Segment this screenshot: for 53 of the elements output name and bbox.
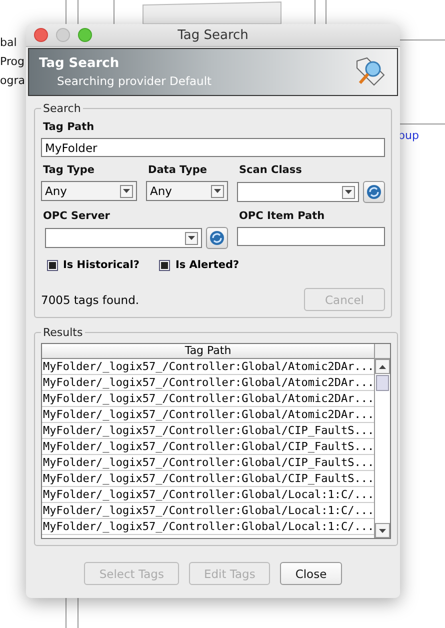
table-cell[interactable]: MyFolder/_logix57_/Controller:Global/Atomic2DAr... bbox=[42, 391, 374, 407]
scroll-thumb[interactable] bbox=[376, 375, 390, 391]
opc-server-dropdown[interactable] bbox=[45, 228, 202, 248]
header-subtitle: Searching provider Default bbox=[57, 74, 212, 88]
checkbox-label: Is Historical? bbox=[63, 259, 140, 271]
data-type-dropdown[interactable]: Any bbox=[146, 181, 228, 201]
table-cell[interactable]: MyFolder/_logix57_/Controller:Global/CIP_FaultS... bbox=[42, 455, 374, 471]
table-cell[interactable]: MyFolder/_logix57_/Controller:Global/Local:1:C/... bbox=[42, 519, 374, 535]
results-legend: Results bbox=[41, 326, 85, 339]
table-cell[interactable]: MyFolder/_logix57_/Controller:Global/Atomic2DAr... bbox=[42, 407, 374, 423]
opc-item-path-field[interactable] bbox=[237, 227, 385, 246]
scan-class-label: Scan Class bbox=[239, 164, 303, 176]
background-label: Prog bbox=[0, 55, 24, 68]
table-corner bbox=[375, 344, 390, 359]
refresh-button[interactable] bbox=[363, 181, 385, 203]
scroll-up-icon[interactable] bbox=[379, 364, 386, 368]
table-cell[interactable]: MyFolder/_logix57_/Controller:Global/CIP_FaultS... bbox=[42, 423, 374, 439]
table-cell[interactable]: MyFolder/_logix57_/Controller:Global/Atomic2DAr... bbox=[42, 359, 374, 375]
table-cell[interactable]: MyFolder/_logix57_/Controller:Global/Local:1:C/... bbox=[42, 503, 374, 519]
header-title: Tag Search bbox=[39, 56, 120, 71]
dropdown-caret-icon bbox=[211, 184, 224, 198]
result-count: 7005 tags found. bbox=[41, 292, 140, 306]
refresh-button[interactable] bbox=[206, 227, 228, 249]
dropdown-caret-icon bbox=[120, 184, 133, 198]
background-label: ogra bbox=[0, 74, 25, 87]
close-button[interactable] bbox=[34, 28, 48, 42]
refresh-icon bbox=[366, 184, 382, 200]
dropdown-caret-icon bbox=[342, 186, 355, 198]
dropdown-caret-icon bbox=[185, 232, 198, 244]
tag-path-field[interactable]: MyFolder bbox=[41, 138, 385, 157]
column-header[interactable]: Tag Path bbox=[42, 344, 374, 359]
refresh-icon bbox=[209, 230, 225, 246]
zoom-button[interactable] bbox=[78, 28, 92, 42]
opc-server-label: OPC Server bbox=[43, 210, 111, 222]
table-cell[interactable]: MyFolder/_logix57_/Controller:Global/CIP_FaultS... bbox=[42, 439, 374, 455]
checkbox-label: Is Alerted? bbox=[175, 259, 240, 271]
scrollbar[interactable] bbox=[374, 344, 390, 538]
tag-type-label: Tag Type bbox=[43, 164, 96, 176]
scroll-down-icon[interactable] bbox=[379, 528, 386, 532]
opc-item-path-label: OPC Item Path bbox=[239, 210, 326, 222]
table-cell[interactable]: MyFolder/_logix57_/Controller:Global/Atomic2DAr... bbox=[42, 375, 374, 391]
tag-type-dropdown[interactable]: Any bbox=[41, 181, 137, 201]
tag-path-label: Tag Path bbox=[43, 121, 96, 133]
dialog-button[interactable]: Close bbox=[280, 562, 342, 585]
window-title: Tag Search bbox=[178, 28, 248, 42]
table-cell[interactable]: MyFolder/_logix57_/Controller:Global/CIP_FaultS... bbox=[42, 471, 374, 487]
checkbox[interactable] bbox=[47, 260, 58, 270]
table-cell[interactable]: MyFolder/_logix57_/Controller:Global/Local:1:C/... bbox=[42, 487, 374, 503]
background-label: bal bbox=[0, 36, 17, 49]
checkbox[interactable] bbox=[159, 260, 170, 270]
search-legend: Search bbox=[41, 102, 83, 115]
data-type-label: Data Type bbox=[148, 164, 208, 176]
scan-class-dropdown[interactable] bbox=[237, 182, 359, 202]
